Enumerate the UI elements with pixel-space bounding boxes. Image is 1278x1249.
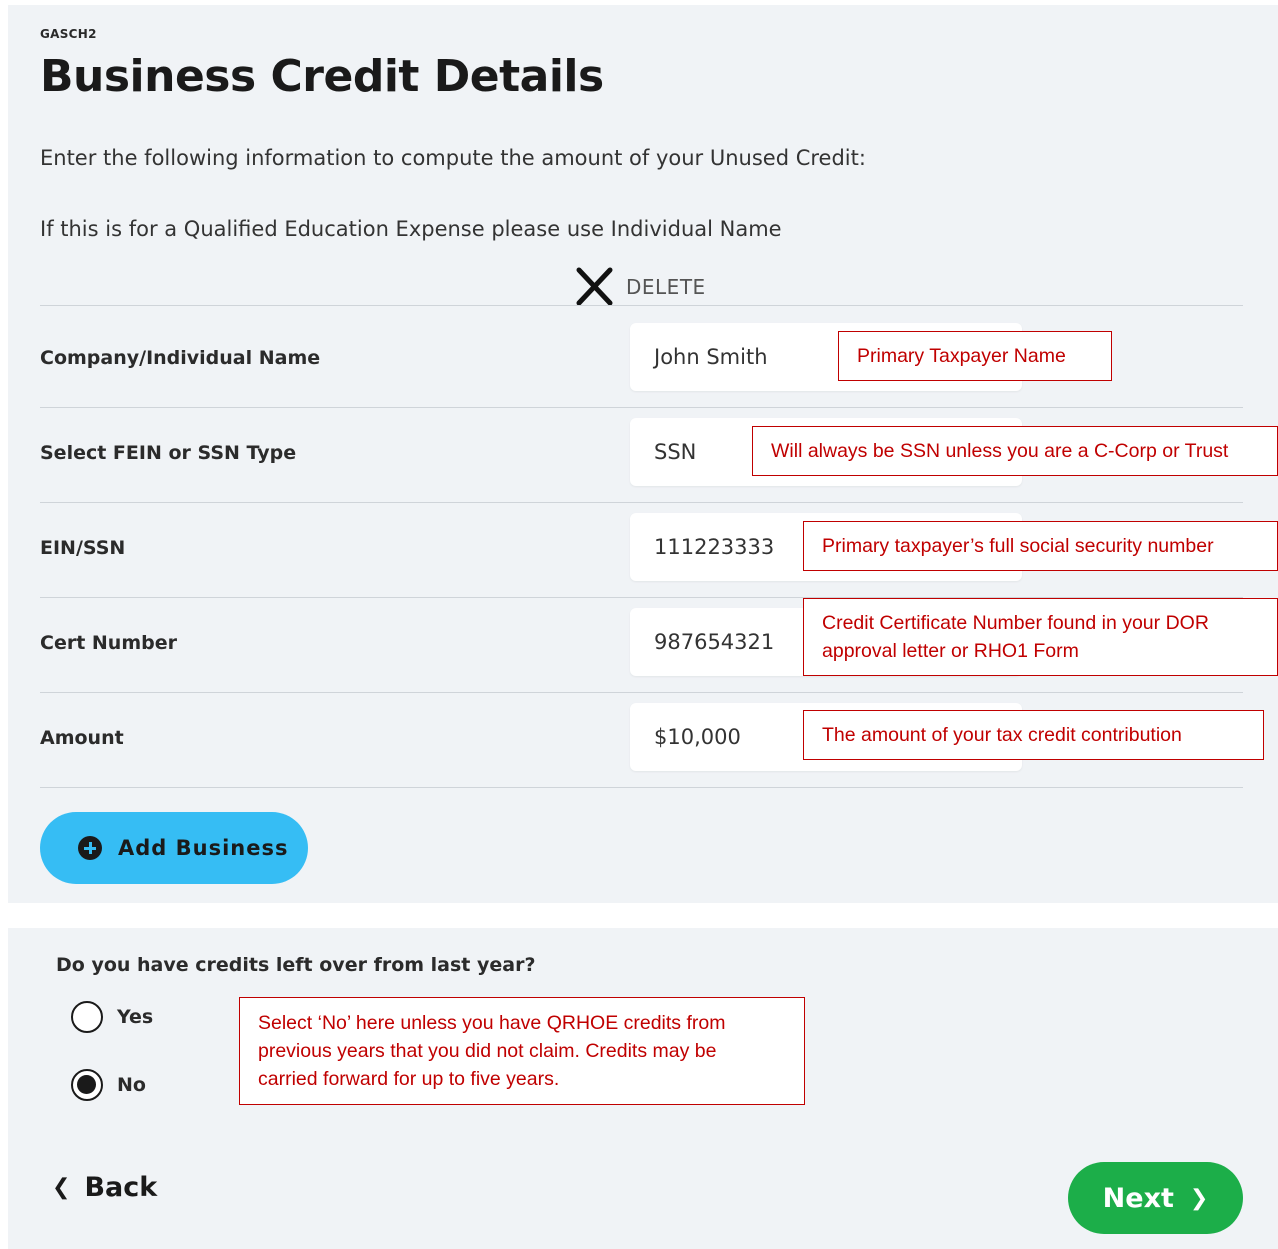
business-credit-panel: GASCH2 Business Credit Details Enter the…	[8, 5, 1278, 903]
radio-no-circle[interactable]	[71, 1069, 103, 1101]
divider	[40, 407, 1243, 408]
callout-name: Primary Taxpayer Name	[838, 331, 1112, 381]
callout-ssn: Primary taxpayer’s full social security …	[803, 521, 1278, 571]
add-business-button[interactable]: Add Business	[40, 812, 308, 884]
intro-text: Enter the following information to compu…	[40, 146, 866, 170]
back-button[interactable]: ❮ Back	[52, 1172, 157, 1203]
divider	[40, 787, 1243, 788]
cert-number-label: Cert Number	[40, 632, 177, 654]
carryover-panel: Do you have credits left over from last …	[8, 928, 1278, 1249]
id-type-label: Select FEIN or SSN Type	[40, 442, 297, 464]
callout-cert-line: approval letter or RHO1 Form	[822, 640, 1079, 662]
callout-cert: Credit Certificate Number found in your …	[803, 598, 1278, 676]
radio-no[interactable]: No	[71, 1069, 146, 1101]
chevron-right-icon: ❯	[1189, 1185, 1209, 1211]
radio-yes-circle[interactable]	[71, 1001, 103, 1033]
callout-type: Will always be SSN unless you are a C-Co…	[752, 426, 1278, 476]
note-text: If this is for a Qualified Education Exp…	[40, 217, 782, 241]
form-code: GASCH2	[40, 27, 97, 41]
carryover-question: Do you have credits left over from last …	[56, 954, 536, 976]
add-business-label: Add Business	[118, 836, 289, 860]
back-label: Back	[84, 1172, 158, 1203]
callout-carryover: Select ‘No’ here unless you have QRHOE c…	[239, 997, 805, 1105]
ssn-label: EIN/SSN	[40, 537, 126, 559]
delete-label: DELETE	[626, 275, 706, 299]
radio-yes[interactable]: Yes	[71, 1001, 153, 1033]
page-title: Business Credit Details	[40, 51, 604, 102]
divider	[40, 692, 1243, 693]
callout-carryover-line: carried forward for up to five years.	[258, 1068, 560, 1090]
callout-carryover-line: Select ‘No’ here unless you have QRHOE c…	[258, 1012, 726, 1034]
callout-carryover-line: previous years that you did not claim. C…	[258, 1040, 717, 1062]
radio-no-label: No	[117, 1074, 146, 1096]
divider	[40, 502, 1243, 503]
next-button[interactable]: Next ❯	[1068, 1162, 1243, 1234]
close-icon	[576, 267, 613, 306]
delete-button[interactable]: DELETE	[574, 267, 706, 307]
radio-yes-label: Yes	[117, 1006, 154, 1028]
chevron-left-icon: ❮	[52, 1175, 71, 1200]
next-label: Next	[1102, 1182, 1174, 1214]
callout-cert-line: Credit Certificate Number found in your …	[822, 612, 1209, 634]
company-name-label: Company/Individual Name	[40, 347, 321, 369]
divider	[40, 305, 1243, 306]
amount-label: Amount	[40, 727, 124, 749]
callout-amount: The amount of your tax credit contributi…	[803, 710, 1264, 760]
plus-circle-icon	[78, 836, 102, 860]
